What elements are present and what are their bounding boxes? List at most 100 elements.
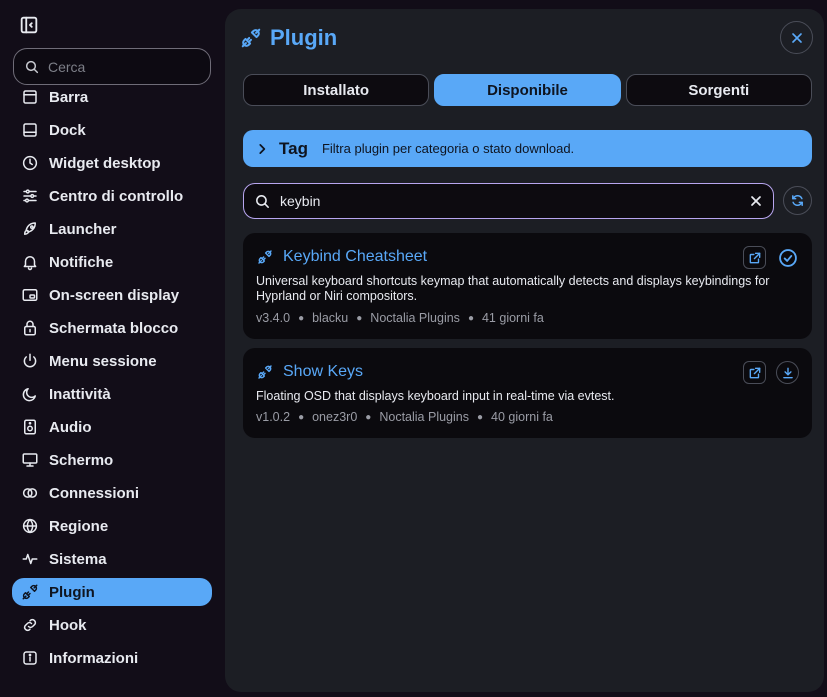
clock-icon — [22, 155, 38, 171]
sidebar-item-launcher[interactable]: Launcher — [12, 215, 212, 243]
sidebar-item-label: Barra — [49, 88, 89, 106]
sidebar-item-label: Hook — [49, 616, 87, 634]
check-circle-icon — [778, 248, 797, 267]
plugin-name: Keybind Cheatsheet — [283, 248, 428, 265]
tab-sorgenti[interactable]: Sorgenti — [625, 74, 812, 106]
dock-icon — [23, 123, 37, 137]
sidebar-item-on-screen-display[interactable]: On-screen display — [12, 281, 212, 309]
tab-disponibile[interactable]: Disponibile — [434, 74, 621, 106]
plug-icon — [22, 584, 38, 600]
sidebar-item-audio[interactable]: Audio — [12, 413, 212, 441]
open-external-button[interactable] — [743, 361, 766, 384]
sidebar-item-label: Menu sessione — [49, 352, 157, 370]
sidebar-item-label: Plugin — [49, 583, 95, 601]
sidebar-item-label: Regione — [49, 517, 109, 535]
plugin-card-header: Keybind Cheatsheet — [257, 248, 427, 266]
sidebar-item-notifiche[interactable]: Notifiche — [12, 248, 212, 276]
sidebar-item-plugin[interactable]: Plugin — [12, 578, 212, 606]
search-icon — [256, 194, 269, 208]
tag-filter-expander[interactable]: Tag Filtra plugin per categoria o stato … — [243, 130, 812, 167]
plugin-version: v3.4.0 — [256, 311, 291, 325]
sidebar-item-label: Schermata blocco — [49, 319, 179, 337]
sidebar-item-label: On-screen display — [49, 286, 180, 304]
plugin-meta: v3.4.0 ● blacku ● Noctalia Plugins ● 41 … — [256, 311, 544, 325]
pulse-icon — [22, 553, 38, 565]
sidebar-item-label: Widget desktop — [49, 154, 161, 172]
sidebar-item-centro-di-controllo[interactable]: Centro di controllo — [12, 182, 212, 210]
plugin-description: Floating OSD that displays keyboard inpu… — [256, 389, 615, 403]
sidebar-item-menu-sessione[interactable]: Menu sessione — [12, 347, 212, 375]
settings-search-input[interactable] — [48, 58, 198, 75]
sidebar-item-label: Launcher — [49, 220, 117, 238]
chevron-right-icon — [259, 143, 266, 154]
close-icon — [791, 32, 802, 43]
sidebar-item-label: Centro di controllo — [49, 187, 184, 205]
download-button[interactable] — [776, 361, 799, 384]
sidebar-item-label: Schermo — [49, 451, 114, 469]
sidebar-item-dock[interactable]: Dock — [12, 116, 212, 144]
meta-separator: ● — [298, 411, 305, 423]
bar-icon — [23, 90, 37, 104]
plugin-actions — [743, 361, 799, 384]
meta-separator: ● — [356, 312, 363, 324]
refresh-icon — [792, 195, 803, 206]
tag-title: Tag — [279, 138, 308, 158]
meta-separator: ● — [476, 411, 484, 423]
rocket-icon — [24, 222, 36, 235]
panel-header: Plugin — [240, 25, 337, 51]
plug-icon — [258, 250, 272, 264]
plugin-name: Show Keys — [283, 363, 364, 380]
speaker-icon — [24, 419, 36, 435]
sidebar-item-label: Dock — [49, 121, 86, 139]
meta-separator: ● — [365, 411, 372, 423]
meta-separator: ● — [298, 312, 305, 324]
plugin-source: Noctalia Plugins — [379, 410, 469, 424]
sidebar-item-connessioni[interactable]: Connessioni — [12, 479, 212, 507]
sidebar-item-label: Connessioni — [49, 484, 140, 502]
sidebar-item-barra[interactable]: Barra — [12, 83, 212, 111]
sidebar-item-inattivita[interactable]: Inattività — [12, 380, 212, 408]
plug-icon — [241, 28, 261, 48]
settings-sidebar: Barra Dock Widget desktop Centro di cont… — [0, 0, 224, 697]
sidebar-item-widget-desktop[interactable]: Widget desktop — [12, 149, 212, 177]
sidebar-item-label: Audio — [49, 418, 92, 436]
plugin-description: Universal keyboard shortcuts keymap that… — [256, 274, 770, 303]
open-external-button[interactable] — [743, 246, 766, 269]
sidebar-item-label: Informazioni — [49, 649, 139, 667]
external-link-icon — [749, 367, 760, 378]
external-link-icon — [749, 252, 760, 263]
refresh-button[interactable] — [783, 186, 812, 215]
plugin-search-input[interactable] — [280, 193, 740, 209]
page-title: Plugin — [270, 25, 338, 50]
settings-search-box[interactable] — [13, 48, 211, 85]
sidebar-item-hook[interactable]: Hook — [12, 611, 212, 639]
sidebar-item-schermata-blocco[interactable]: Schermata blocco — [12, 314, 212, 342]
plugin-author: blacku — [312, 311, 349, 325]
installed-status-button[interactable] — [776, 246, 799, 269]
search-icon — [25, 60, 39, 73]
sidebar-item-regione[interactable]: Regione — [12, 512, 212, 540]
info-icon — [23, 651, 37, 665]
plugin-search-box[interactable] — [243, 183, 774, 219]
tab-installato[interactable]: Installato — [243, 74, 430, 106]
chain-icon — [23, 618, 37, 632]
close-button[interactable] — [780, 21, 813, 54]
monitor-icon — [22, 453, 38, 467]
sidebar-collapse-icon[interactable] — [18, 14, 40, 36]
bell-icon — [23, 256, 37, 271]
sidebar-item-label: Inattività — [49, 385, 111, 403]
moon-icon — [22, 388, 36, 402]
sidebar-item-label: Sistema — [49, 550, 107, 568]
plugin-card-keybind-cheatsheet: Keybind Cheatsheet Universal keyboard sh… — [243, 233, 812, 339]
globe-icon — [22, 518, 38, 534]
sidebar-nav: Barra Dock Widget desktop Centro di cont… — [12, 83, 212, 677]
sidebar-item-schermo[interactable]: Schermo — [12, 446, 212, 474]
plugin-panel: Plugin Installato Disponibile Sorgenti T… — [225, 9, 824, 692]
plugin-author: onez3r0 — [312, 410, 358, 424]
display-icon — [22, 289, 38, 301]
sidebar-item-sistema[interactable]: Sistema — [12, 545, 212, 573]
clear-search-icon[interactable] — [748, 193, 764, 209]
lock-icon — [24, 320, 36, 336]
plugin-age: 40 giorni fa — [491, 410, 553, 424]
sidebar-item-informazioni[interactable]: Informazioni — [12, 644, 212, 672]
